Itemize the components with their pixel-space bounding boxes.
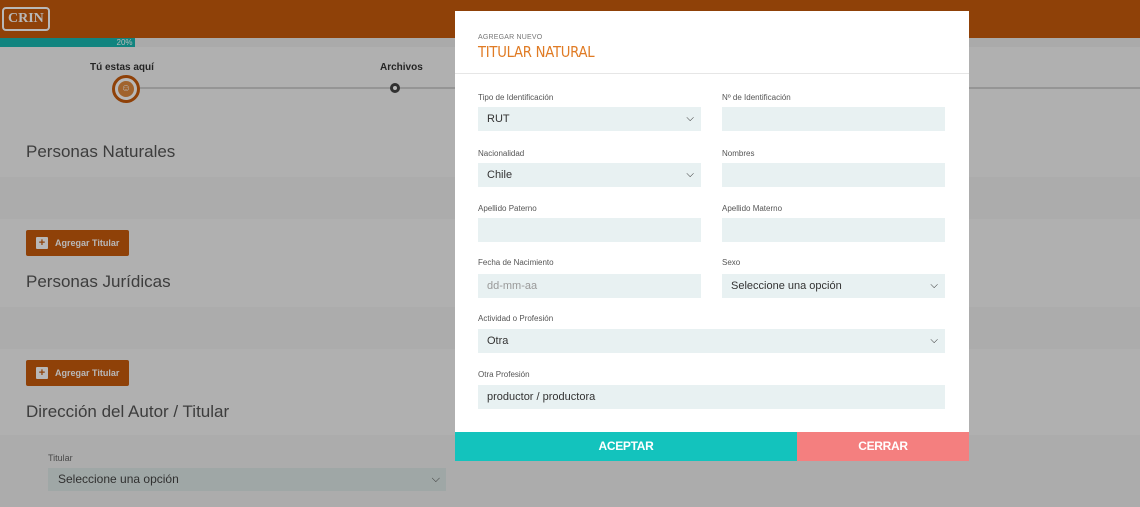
close-button[interactable]: CERRAR (797, 432, 969, 461)
tipo-id-value: RUT (487, 113, 510, 125)
nombres-label: Nombres (722, 149, 755, 158)
actividad-select[interactable]: Otra ⌵ (478, 329, 945, 353)
modal-header: AGREGAR NUEVO TITULAR NATURAL (455, 11, 969, 74)
apellido-paterno-label: Apellido Paterno (478, 204, 537, 213)
otra-profesion-label: Otra Profesión (478, 370, 530, 379)
sexo-label: Sexo (722, 258, 741, 267)
chevron-down-icon: ⌵ (686, 113, 694, 124)
apellido-materno-input[interactable] (722, 218, 945, 242)
nacionalidad-select[interactable]: Chile ⌵ (478, 163, 701, 187)
nombres-input[interactable] (722, 163, 945, 187)
otra-profesion-input[interactable]: productor / productora (478, 385, 945, 409)
chevron-down-icon: ⌵ (686, 169, 694, 180)
tipo-id-label: Tipo de Identificación (478, 93, 554, 102)
sexo-value: Seleccione una opción (731, 280, 842, 292)
fecha-nac-input[interactable]: dd-mm-aa (478, 274, 701, 298)
nacionalidad-value: Chile (487, 169, 513, 181)
num-id-input[interactable] (722, 107, 945, 131)
apellido-materno-label: Apellido Materno (722, 204, 783, 213)
num-id-label: Nº de Identificación (722, 93, 791, 102)
add-titular-modal: AGREGAR NUEVO TITULAR NATURAL Tipo de Id… (455, 11, 969, 461)
modal-title: TITULAR NATURAL (478, 43, 595, 61)
accept-button[interactable]: ACEPTAR (455, 432, 797, 461)
chevron-down-icon: ⌵ (930, 335, 938, 346)
actividad-value: Otra (487, 335, 509, 347)
modal-subtitle: AGREGAR NUEVO (478, 34, 543, 41)
apellido-paterno-input[interactable] (478, 218, 701, 242)
fecha-nac-label: Fecha de Nacimiento (478, 258, 554, 267)
tipo-id-select[interactable]: RUT ⌵ (478, 107, 701, 131)
nacionalidad-label: Nacionalidad (478, 149, 525, 158)
chevron-down-icon: ⌵ (930, 280, 938, 291)
sexo-select[interactable]: Seleccione una opción ⌵ (722, 274, 945, 298)
actividad-label: Actividad o Profesión (478, 314, 554, 323)
